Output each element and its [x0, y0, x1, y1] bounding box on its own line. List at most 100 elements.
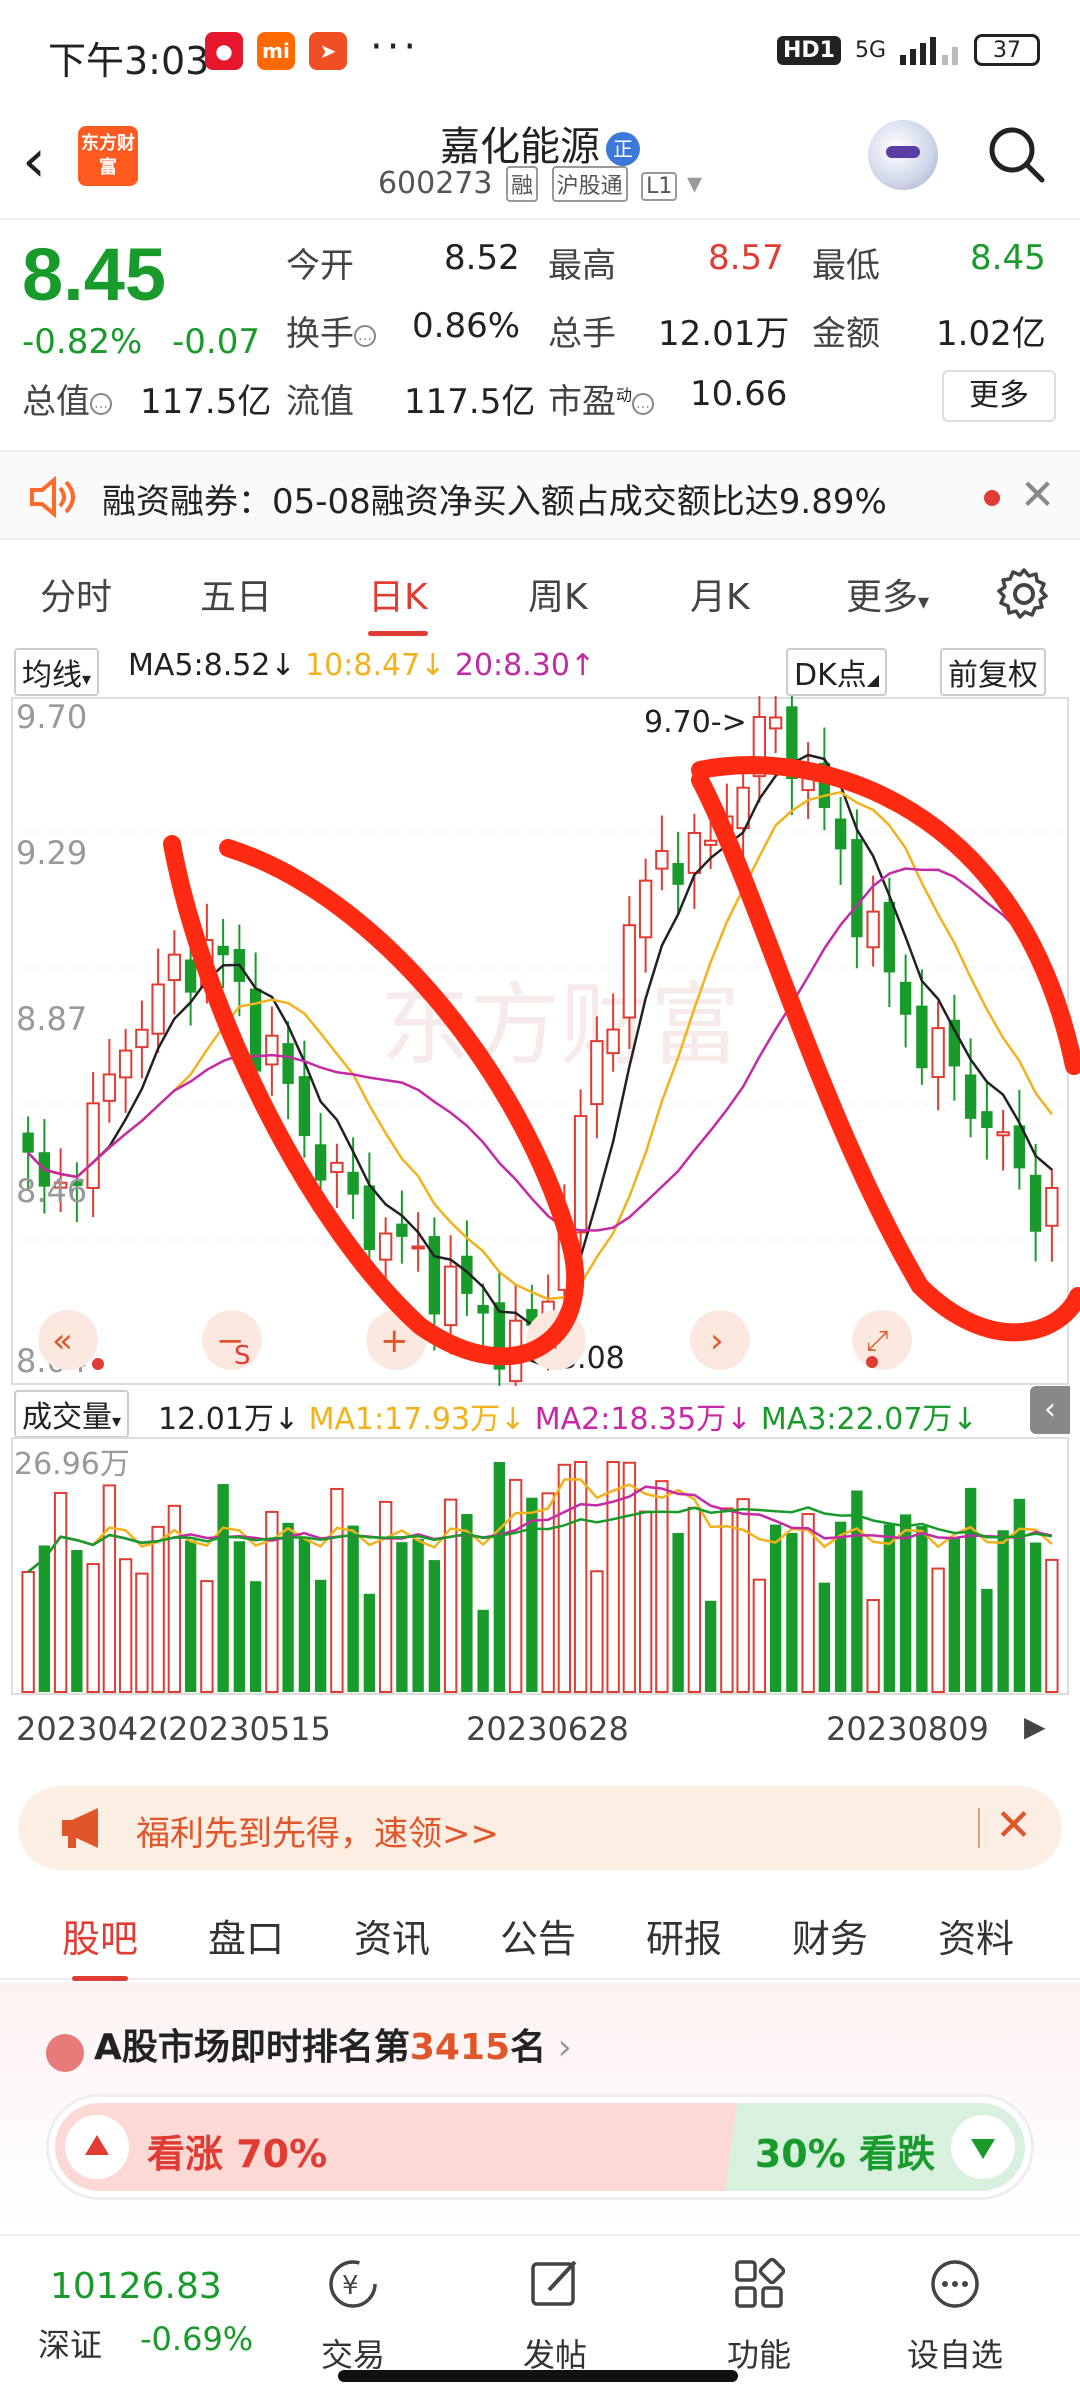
candle [118, 1049, 133, 1079]
nav-post[interactable]: 发帖 [480, 2254, 630, 2376]
volume-bar [184, 1540, 197, 1692]
volume-bar [493, 1462, 506, 1692]
volume-dropdown[interactable]: 成交量▾ [14, 1390, 130, 1438]
candle [167, 953, 182, 982]
volume-bar [704, 1600, 717, 1692]
field-label: 换手 [286, 314, 354, 354]
chevron-right-icon: › [710, 1321, 724, 1361]
volume-bar [71, 1549, 83, 1692]
robot-avatar[interactable] [868, 120, 938, 190]
candle [981, 1111, 993, 1129]
volume-bar [378, 1500, 393, 1693]
promo-separator [978, 1808, 980, 1848]
gear-icon[interactable] [996, 566, 1052, 622]
tab-announcements[interactable]: 公告 [500, 1908, 576, 1963]
nav-add-watchlist[interactable]: 设自选 [880, 2254, 1030, 2376]
promo-text[interactable]: 福利先到先得，速领>> [136, 1806, 499, 1855]
volume-bar [282, 1522, 294, 1692]
candle [1029, 1174, 1042, 1232]
volume-chart[interactable]: 26.96万 [0, 1436, 1080, 1696]
volume-bar [135, 1572, 149, 1694]
info-icon[interactable]: … [632, 392, 655, 415]
avg-line-dropdown[interactable]: 均线▾ [14, 648, 100, 696]
volume-bar [461, 1514, 473, 1692]
more-button[interactable]: 更多 [942, 370, 1056, 422]
tab-daily-k[interactable]: 日K [368, 568, 428, 636]
collapse-panel-icon[interactable]: ‹ [1030, 1386, 1070, 1434]
svg-text:¥: ¥ [342, 2271, 359, 2301]
close-icon[interactable]: ✕ [995, 1800, 1032, 1851]
volume-bar [314, 1579, 327, 1692]
close-icon[interactable]: ✕ [1020, 470, 1055, 519]
tab-orderbook[interactable]: 盘口 [208, 1908, 284, 1963]
nav-functions[interactable]: 功能 [684, 2254, 834, 2376]
field-label: 今开 [286, 246, 354, 286]
caret-down-icon: ▾ [918, 590, 930, 615]
hd-badge: HD1 [776, 35, 841, 65]
info-icon[interactable]: … [354, 324, 376, 347]
candle [590, 1040, 604, 1106]
field-total-cap[interactable]: 总值… [22, 374, 112, 423]
bar-chart-icon [46, 2034, 84, 2072]
tab-finance[interactable]: 财务 [792, 1908, 868, 1963]
caret-down-icon: ▾ [82, 669, 92, 690]
volume-bar [298, 1536, 311, 1692]
candle [931, 1027, 945, 1079]
arrow-down-icon: ↓ [500, 1402, 526, 1437]
volume-bar [638, 1510, 653, 1694]
adjust-button[interactable]: 前复权 [940, 648, 1046, 696]
tab-more[interactable]: 更多▾ [846, 568, 929, 620]
field-float-cap-value: 117.5亿 [404, 382, 536, 422]
rank-suffix: 名 [510, 2027, 547, 2068]
kline-chart[interactable]: 东方财富 9.70 9.29 8.87 8.46 8.04 9.70-> <-8… [0, 696, 1080, 1386]
change-percent: -0.82% [22, 322, 143, 362]
arrow-down-icon: ↓ [270, 648, 296, 683]
field-label: 总手 [548, 314, 616, 354]
volume-bar [347, 1525, 359, 1692]
tab-news[interactable]: 资讯 [354, 1908, 430, 1963]
field-pe[interactable]: 市盈动… [548, 374, 655, 423]
tab-monthly-k[interactable]: 月K [690, 568, 750, 620]
ma10-value: 10:8.47 [305, 648, 421, 683]
candle [477, 1305, 489, 1314]
volume-bar [801, 1513, 815, 1693]
candle [883, 901, 896, 973]
y-label: 8.46 [16, 1172, 87, 1210]
sentiment-vote: 看涨 70% 30% 看跌 [46, 2094, 1034, 2200]
field-amount: 金额 [812, 306, 880, 355]
info-icon[interactable]: … [90, 392, 112, 415]
volume-label: 成交量 [22, 1400, 112, 1435]
rank-title[interactable]: A股市场即时排名第3415名 › [46, 2018, 572, 2072]
field-turnover[interactable]: 换手… [286, 306, 376, 355]
tab-profile[interactable]: 资料 [938, 1908, 1014, 1963]
tab-forum[interactable]: 股吧 [62, 1908, 138, 1981]
news-text[interactable]: 融资融券：05-08融资净买入额占成交额比达9.89% [102, 474, 887, 523]
news-ticker[interactable]: 融资融券：05-08融资净买入额占成交额比达9.89% ✕ [0, 450, 1080, 540]
promo-banner[interactable]: 福利先到先得，速领>> ✕ [18, 1786, 1062, 1870]
dk-point-dropdown[interactable]: DK点◢ [786, 648, 888, 696]
candle [606, 1028, 620, 1055]
tab-research[interactable]: 研报 [646, 1908, 722, 1963]
stock-header: ‹ 东方财富 嘉化能源正 600273 融 沪股通 L1 ▾ [0, 100, 1080, 220]
nav-trade[interactable]: ¥ 交易 [278, 2254, 428, 2376]
field-volume: 总手 [548, 306, 616, 355]
index-value[interactable]: 10126.83 [50, 2266, 222, 2307]
tab-five-day[interactable]: 五日 [200, 568, 272, 620]
field-label: 市盈 [548, 382, 616, 422]
volume-bar [21, 1571, 35, 1693]
tab-weekly-k[interactable]: 周K [528, 568, 588, 620]
bullish-button[interactable] [65, 2115, 129, 2179]
vol-ma2: MA2:18.35万 [534, 1402, 727, 1437]
bearish-button[interactable] [951, 2115, 1015, 2179]
more-dots-icon: ··· [370, 24, 421, 70]
candle [151, 983, 165, 1035]
play-icon[interactable]: ▶ [1024, 1710, 1046, 1743]
tab-intraday[interactable]: 分时 [40, 568, 112, 620]
rank-section: A股市场即时排名第3415名 › 看涨 70% 30% 看跌 [0, 1982, 1080, 2232]
volume-header: 成交量▾ 12.01万↓ MA1:17.93万↓ MA2:18.35万↓ MA3… [0, 1386, 1080, 1438]
date-label: 20230809 [826, 1710, 989, 1748]
volume-bar [752, 1578, 767, 1693]
search-icon[interactable] [984, 122, 1048, 186]
arrow-down-icon: ↓ [273, 1402, 300, 1437]
chevron-down-icon: ▾ [686, 166, 703, 201]
